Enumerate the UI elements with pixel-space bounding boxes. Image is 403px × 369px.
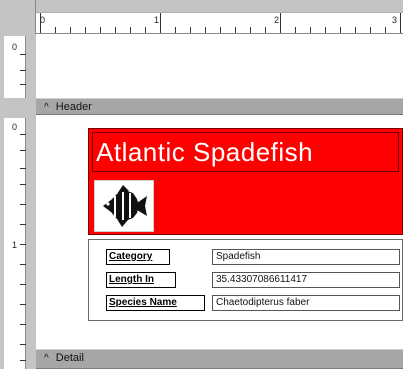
ruler-tick — [160, 13, 161, 33]
vertical-ruler-tick — [20, 284, 26, 285]
ruler-tick — [175, 27, 176, 33]
vertical-ruler-tick — [20, 360, 26, 361]
horizontal-ruler: 0 1 2 3 — [36, 12, 403, 34]
vertical-ruler-tick — [20, 84, 26, 85]
ruler-tick — [280, 13, 281, 33]
field-value-length[interactable]: 35.43307086611417 — [212, 272, 400, 288]
header-section-label: Header — [55, 101, 92, 113]
vertical-ruler-tick — [20, 244, 26, 245]
ruler-tick — [55, 27, 56, 33]
ruler-tick — [325, 27, 326, 33]
vertical-ruler-tick — [20, 168, 26, 169]
collapse-caret-icon[interactable]: ^ — [44, 102, 49, 113]
vertical-ruler-tick — [20, 70, 26, 71]
detail-section-bar[interactable]: ^ Detail — [36, 349, 403, 369]
vertical-ruler-tick — [20, 134, 26, 135]
field-label-species-name[interactable]: Species Name — [106, 295, 205, 311]
header-section-body[interactable] — [36, 34, 403, 98]
fish-image[interactable] — [94, 180, 154, 232]
ruler-label-3: 3 — [392, 15, 398, 25]
ruler-label-2: 2 — [274, 15, 280, 25]
vertical-ruler-tick — [20, 304, 26, 305]
vruler-label-header: 0 — [12, 42, 18, 52]
ruler-tick — [85, 27, 86, 33]
report-designer-canvas: 0 1 2 3 0 0 1 ^ Header Atlantic Spadefis… — [0, 0, 403, 369]
ruler-corner — [0, 0, 36, 34]
field-label-length[interactable]: Length In — [106, 272, 176, 288]
ruler-tick — [250, 27, 251, 33]
ruler-label-1: 1 — [154, 15, 160, 25]
ruler-tick — [130, 27, 131, 33]
vruler-label-detail-0: 0 — [12, 122, 18, 132]
ruler-top-strip — [36, 0, 403, 12]
ruler-tick — [220, 27, 221, 33]
ruler-tick — [370, 27, 371, 33]
vertical-ruler-tick — [20, 184, 26, 185]
ruler-tick — [385, 27, 386, 33]
vertical-ruler-tick — [20, 264, 26, 265]
ruler-tick — [100, 27, 101, 33]
vruler-label-detail-1: 1 — [12, 240, 18, 250]
ruler-tick — [205, 27, 206, 33]
ruler-tick — [190, 27, 191, 33]
field-value-category[interactable]: Spadefish — [212, 249, 400, 265]
vertical-ruler: 0 0 1 — [0, 34, 36, 369]
ruler-tick — [295, 27, 296, 33]
ruler-tick — [40, 13, 41, 33]
ruler-tick — [265, 27, 266, 33]
vertical-ruler-tick — [20, 324, 26, 325]
ruler-tick — [340, 27, 341, 33]
ruler-tick — [310, 27, 311, 33]
field-value-species-name[interactable]: Chaetodipterus faber — [212, 295, 400, 311]
report-title[interactable]: Atlantic Spadefish — [92, 132, 399, 172]
fish-icon — [103, 185, 147, 227]
vertical-ruler-tick — [20, 224, 26, 225]
detail-section-label: Detail — [55, 352, 84, 364]
ruler-tick — [115, 27, 116, 33]
ruler-tick — [70, 27, 71, 33]
ruler-tick — [400, 13, 401, 33]
vertical-ruler-tick — [20, 150, 26, 151]
vertical-ruler-tick — [20, 204, 26, 205]
ruler-tick — [145, 27, 146, 33]
vertical-ruler-header-segment: 0 — [4, 36, 26, 98]
header-section-bar[interactable]: ^ Header — [36, 98, 403, 115]
ruler-tick — [235, 27, 236, 33]
vertical-ruler-tick — [20, 54, 26, 55]
ruler-tick — [355, 27, 356, 33]
collapse-caret-icon[interactable]: ^ — [44, 353, 49, 364]
field-label-category[interactable]: Category — [106, 249, 170, 265]
vertical-ruler-tick — [20, 344, 26, 345]
